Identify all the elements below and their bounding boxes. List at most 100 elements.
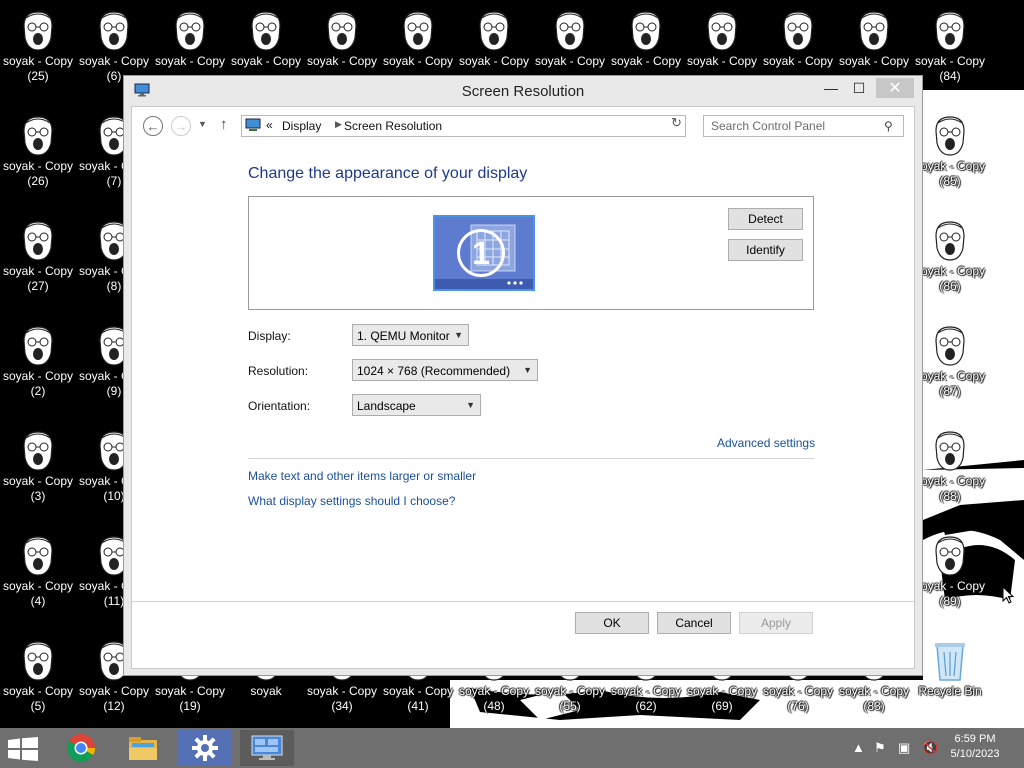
breadcrumb-separator-icon[interactable]: ▶ (335, 119, 342, 130)
cancel-button[interactable]: Cancel (657, 612, 731, 634)
soyak-face-icon (935, 11, 965, 51)
breadcrumb-screen-resolution[interactable]: Screen Resolution (344, 119, 442, 133)
soyak-face-icon (23, 536, 53, 576)
desktop-icon-soyak[interactable]: soyak - Copy (25) (0, 0, 76, 105)
desktop-icon-soyak[interactable]: soyak - Copy (5) (0, 630, 76, 735)
soyak-face-icon (175, 11, 205, 51)
desktop-icon-label: soyak - Copy (26) (2, 159, 74, 188)
search-icon[interactable]: ⚲ (884, 119, 893, 133)
soyak-face-icon (23, 641, 53, 681)
clock-date: 5/10/2023 (950, 748, 1000, 760)
action-center-flag-icon[interactable]: ⚑ (874, 740, 886, 756)
desktop-icon-soyak[interactable]: soyak - Copy (84) (912, 0, 988, 105)
desktop-icon-soyak[interactable]: soyak - Copy (85) (912, 105, 988, 210)
soyak-face-icon (479, 11, 509, 51)
ok-button[interactable]: OK (575, 612, 649, 634)
refresh-icon[interactable]: ↻ (671, 115, 682, 131)
maximize-icon: ☐ (852, 79, 866, 96)
search-input[interactable] (703, 115, 904, 137)
minimize-icon: — (824, 80, 838, 96)
desktop-icon-soyak[interactable]: soyak - Copy (4) (0, 525, 76, 630)
desktop-icon-label: soyak - Copy (19) (154, 684, 226, 713)
show-hidden-icons-button[interactable]: ▲ (852, 740, 865, 755)
up-button[interactable]: ↑ (220, 116, 228, 133)
taskbar-screen-resolution[interactable] (240, 730, 294, 766)
desktop-icon-label: soyak - Copy (458, 54, 530, 68)
apply-button[interactable]: Apply (739, 612, 813, 634)
desktop-icon-label: soyak - Copy (48) (458, 684, 530, 713)
breadcrumb-overflow[interactable]: « (266, 118, 273, 132)
taskbar-file-explorer[interactable] (116, 730, 170, 766)
close-button[interactable]: ✕ (876, 78, 914, 98)
file-explorer-icon (129, 737, 157, 760)
detect-button[interactable]: Detect (728, 208, 803, 230)
window-title: Screen Resolution (461, 83, 585, 100)
up-arrow-icon: ↑ (220, 116, 228, 133)
back-arrow-icon: ← (146, 118, 160, 134)
network-icon[interactable]: ▣ (898, 740, 910, 756)
desktop-icon-label: soyak - Copy (86) (914, 264, 986, 293)
system-clock[interactable]: 6:59 PM 5/10/2023 (930, 732, 1020, 762)
taskbar-settings[interactable] (178, 730, 232, 766)
title-bar[interactable]: Screen Resolution — ☐ ✕ (124, 76, 922, 106)
identify-button[interactable]: Identify (728, 239, 803, 261)
resolution-select-value: 1024 × 768 (Recommended) (357, 364, 511, 378)
navigation-bar: ← → ▼ ↑ « Display ▶ Screen Resolution ▼ … (132, 107, 914, 143)
desktop-icon-label: soyak - Copy (610, 54, 682, 68)
windows-start-icon[interactable] (8, 737, 38, 761)
desktop-icon-label: soyak - Copy (85) (914, 159, 986, 188)
desktop-icon-label: soyak (250, 684, 282, 698)
soyak-face-icon (403, 11, 433, 51)
address-bar[interactable]: « Display ▶ Screen Resolution ▼ (241, 115, 768, 138)
desktop-icon-soyak[interactable]: soyak - Copy (2) (0, 315, 76, 420)
back-button[interactable]: ← (143, 116, 163, 136)
resolution-label: Resolution: (248, 364, 309, 378)
display-select-value: 1. QEMU Monitor (357, 329, 450, 343)
orientation-select[interactable]: Landscape ▼ (352, 394, 481, 416)
recycle-bin-icon (935, 643, 965, 681)
soyak-face-icon (99, 11, 129, 51)
resolution-select[interactable]: 1024 × 768 (Recommended) ▼ (352, 359, 538, 381)
desktop-icon-soyak[interactable]: soyak - Copy (26) (0, 105, 76, 210)
content-divider (248, 458, 814, 459)
soyak-face-icon (935, 221, 965, 261)
footer-divider (132, 601, 914, 602)
desktop-icon-label: soyak - Copy (154, 54, 226, 68)
display-help-link[interactable]: What display settings should I choose? (248, 494, 455, 508)
desktop-icon-label: soyak - Copy (534, 54, 606, 68)
breadcrumb-display[interactable]: Display (282, 119, 321, 133)
soyak-face-icon (783, 11, 813, 51)
chrome-icon (67, 734, 95, 762)
minimize-button[interactable]: — (820, 78, 842, 98)
advanced-settings-link[interactable]: Advanced settings (717, 436, 815, 450)
desktop-icon-label: soyak - Copy (2) (2, 369, 74, 398)
close-icon: ✕ (888, 80, 902, 97)
desktop-icon-label: soyak - Copy (306, 54, 378, 68)
forward-button[interactable]: → (171, 116, 191, 136)
soyak-face-icon (23, 431, 53, 471)
desktop-icon-soyak[interactable]: soyak - Copy (27) (0, 210, 76, 315)
desktop-icon-soyak[interactable]: soyak - Copy (86) (912, 210, 988, 315)
soyak-face-icon (23, 326, 53, 366)
recent-locations-button[interactable]: ▼ (198, 119, 207, 129)
desktop-icon-label: soyak - Copy (69) (686, 684, 758, 713)
desktop-icon-label: soyak - Copy (62) (610, 684, 682, 713)
taskbar-chrome[interactable] (54, 730, 108, 766)
text-size-link[interactable]: Make text and other items larger or smal… (248, 469, 476, 483)
desktop-icon-soyak[interactable]: soyak - Copy (88) (912, 420, 988, 525)
desktop-icon-label: soyak - Copy (83) (838, 684, 910, 713)
desktop-icon-soyak[interactable]: soyak - Copy (87) (912, 315, 988, 420)
desktop-icon-soyak[interactable]: soyak - Copy (89) (912, 525, 988, 630)
orientation-select-value: Landscape (357, 399, 416, 413)
soyak-face-icon (935, 431, 965, 471)
desktop-icon-label: soyak - Copy (838, 54, 910, 68)
maximize-button[interactable]: ☐ (848, 78, 870, 98)
desktop-icon-recycle-bin[interactable]: Recycle Bin (912, 630, 988, 735)
display-select[interactable]: 1. QEMU Monitor ▼ (352, 324, 469, 346)
soyak-face-icon (935, 536, 965, 576)
monitor-1-tile[interactable]: 1 (433, 215, 535, 291)
desktop-icon-label: soyak - Copy (5) (2, 684, 74, 713)
orientation-label: Orientation: (248, 399, 311, 413)
desktop-icon-soyak[interactable]: soyak - Copy (3) (0, 420, 76, 525)
desktop-icon-label: soyak - Copy (686, 54, 758, 68)
